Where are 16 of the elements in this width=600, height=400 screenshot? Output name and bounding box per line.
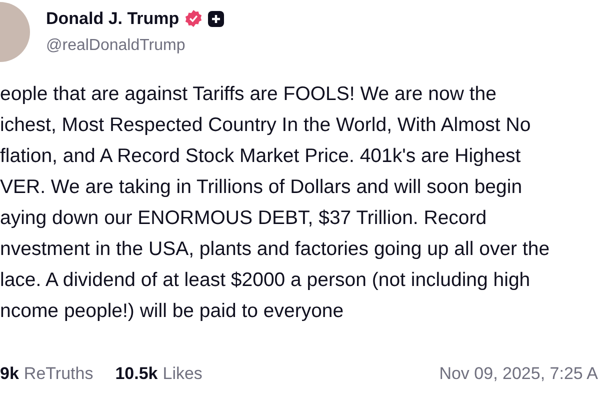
post-text-line: eople that are against Tariffs are FOOLS! We are now the: [0, 82, 498, 107]
post-timestamp[interactable]: Nov 09, 2025, 7:25 A: [439, 361, 598, 386]
stat-label[interactable]: ReTruths: [24, 361, 94, 386]
post-text-line: ncome people!) will be paid to everyone: [0, 299, 345, 324]
post-text-line: VER. We are taking in Trillions of Dollars and will soon begin: [0, 175, 524, 200]
post-text-line: ichest, Most Respected Country In the World, With Almost No: [0, 113, 532, 138]
post-text-line: aying down our ENORMOUS DEBT, $37 Trillion. Record: [0, 206, 488, 231]
post-text-line: nvestment in the USA, plants and factories going up all over the: [0, 237, 551, 262]
post-text-line: flation, and A Record Stock Market Price. 401k's are Highest: [0, 144, 522, 169]
stat-count[interactable]: 10.5k: [115, 361, 158, 386]
plus-icon: [208, 10, 224, 26]
username[interactable]: @realDonaldTrump: [46, 34, 224, 58]
display-name[interactable]: Donald J. Trump: [46, 6, 180, 32]
stat-count[interactable]: 9k: [0, 361, 19, 386]
stat-label[interactable]: Likes: [162, 361, 202, 386]
post-text-line: lace. A dividend of at least $2000 a person (not including high: [0, 268, 532, 293]
